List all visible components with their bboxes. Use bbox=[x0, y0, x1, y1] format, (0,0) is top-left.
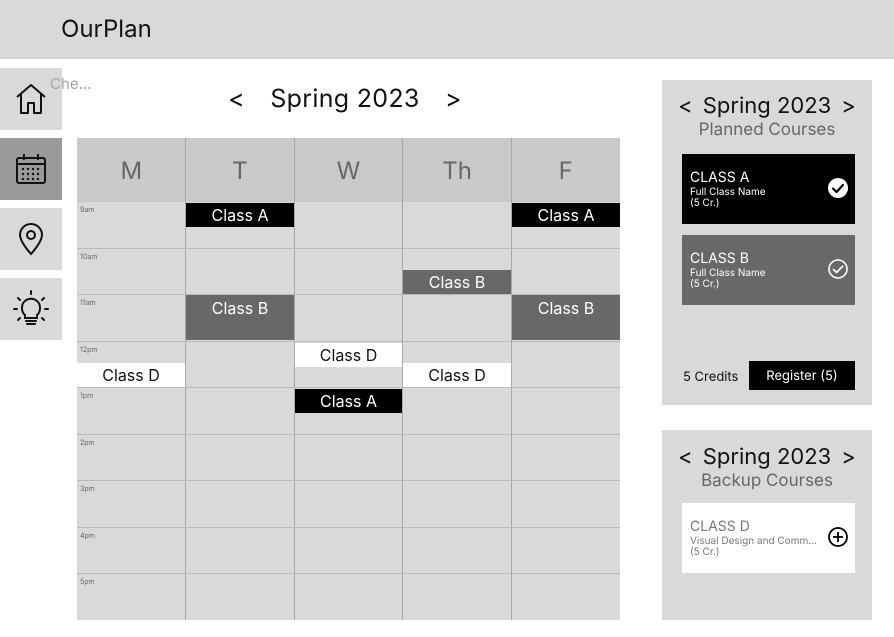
previous-term-button[interactable]: < bbox=[673, 444, 698, 470]
nav-location-button[interactable] bbox=[0, 208, 62, 270]
time-label: 10am bbox=[80, 252, 98, 261]
course-credits: (5 Cr.) bbox=[690, 278, 720, 290]
panel-term-switcher: < Spring 2023 > bbox=[662, 444, 872, 470]
hour-divider bbox=[77, 434, 620, 435]
class-block[interactable]: Class A bbox=[295, 389, 402, 413]
course-credits: (5 Cr.) bbox=[690, 197, 720, 209]
day-header-friday: F bbox=[511, 138, 620, 202]
top-bar: OurPlan bbox=[0, 0, 894, 59]
course-card[interactable]: CLASS D Visual Design and Commu... (5 Cr… bbox=[682, 503, 855, 573]
term-label: Spring 2023 bbox=[702, 444, 832, 470]
nav-ideas-button[interactable] bbox=[0, 278, 62, 340]
time-label: 5pm bbox=[80, 577, 95, 586]
course-code: CLASS D bbox=[690, 518, 750, 535]
next-term-button[interactable]: > bbox=[836, 444, 861, 470]
hour-divider bbox=[77, 527, 620, 528]
course-code: CLASS A bbox=[690, 169, 750, 186]
previous-term-button[interactable]: < bbox=[673, 93, 698, 119]
term-label: Spring 2023 bbox=[270, 84, 420, 114]
total-credits: 5 Credits bbox=[683, 369, 739, 385]
planned-courses-panel: < Spring 2023 > Planned Courses CLASS A Fu… bbox=[662, 80, 872, 405]
hour-divider bbox=[77, 341, 620, 342]
class-block[interactable]: Class A bbox=[512, 203, 620, 227]
hour-divider bbox=[77, 387, 620, 388]
time-label: 3pm bbox=[80, 484, 95, 493]
location-pin-icon bbox=[18, 223, 44, 256]
class-block[interactable]: Class B bbox=[186, 295, 294, 340]
hour-divider bbox=[77, 248, 620, 249]
semester-switcher: < Spring 2023 > bbox=[200, 84, 490, 114]
home-icon bbox=[16, 84, 46, 114]
panel-term-switcher: < Spring 2023 > bbox=[662, 93, 872, 119]
calendar-icon bbox=[16, 154, 46, 184]
day-header-wednesday: W bbox=[294, 138, 403, 202]
panel-subtitle: Backup Courses bbox=[701, 471, 833, 491]
hour-divider bbox=[77, 480, 620, 481]
app-title: OurPlan bbox=[61, 14, 152, 43]
time-label: 9am bbox=[80, 205, 95, 214]
class-block[interactable]: Class B bbox=[403, 270, 511, 294]
previous-term-button[interactable]: < bbox=[210, 84, 263, 114]
add-circle-icon[interactable] bbox=[827, 526, 849, 548]
class-block[interactable]: Class D bbox=[77, 363, 185, 387]
course-card[interactable]: CLASS A Full Class Name (5 Cr.) bbox=[682, 154, 855, 224]
lightbulb-icon bbox=[13, 290, 49, 325]
class-block[interactable]: Class D bbox=[403, 363, 511, 387]
class-block[interactable]: Class B bbox=[512, 295, 620, 340]
check-circle-outline-icon[interactable] bbox=[827, 258, 849, 280]
weekly-calendar: M T W Th F 9am 10am 11am 12pm 1pm 2pm 3p… bbox=[77, 138, 620, 620]
time-label: 2pm bbox=[80, 438, 95, 447]
backup-courses-panel: < Spring 2023 > Backup Courses CLASS D Vis… bbox=[662, 430, 872, 620]
course-credits: (5 Cr.) bbox=[690, 546, 720, 558]
register-button[interactable]: Register (5) bbox=[749, 361, 855, 390]
class-block[interactable]: Class A bbox=[186, 203, 294, 227]
next-term-button[interactable]: > bbox=[836, 93, 861, 119]
time-label: 1pm bbox=[80, 391, 94, 400]
time-label: 11am bbox=[80, 298, 96, 307]
course-code: CLASS B bbox=[690, 250, 749, 267]
time-label: 4pm bbox=[80, 531, 95, 540]
term-label: Spring 2023 bbox=[702, 93, 832, 119]
check-circle-filled-icon[interactable] bbox=[827, 177, 849, 199]
panel-subtitle: Planned Courses bbox=[698, 120, 836, 140]
next-term-button[interactable]: > bbox=[427, 84, 480, 114]
nav-calendar-button[interactable] bbox=[0, 138, 62, 200]
class-block[interactable]: Class D bbox=[295, 343, 402, 367]
day-header-thursday: Th bbox=[402, 138, 512, 202]
column-divider bbox=[294, 138, 295, 620]
course-card[interactable]: CLASS B Full Class Name (5 Cr.) bbox=[682, 235, 855, 305]
day-header-monday: M bbox=[77, 138, 186, 202]
nav-tooltip: Che... bbox=[50, 74, 92, 93]
time-label: 12pm bbox=[80, 345, 98, 354]
day-header-tuesday: T bbox=[185, 138, 295, 202]
hour-divider bbox=[77, 573, 620, 574]
